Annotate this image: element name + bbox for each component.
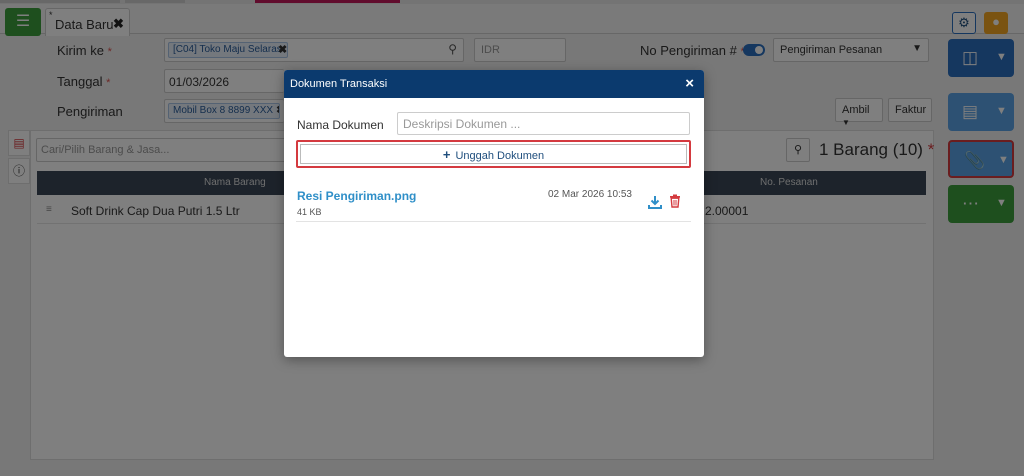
list-item: Resi Pengiriman.png 41 KB 02 Mar 2026 10… <box>296 184 691 222</box>
download-icon[interactable] <box>648 195 662 209</box>
trash-icon[interactable] <box>669 194 681 208</box>
modal-header: Dokumen Transaksi × <box>284 70 704 98</box>
modal-title: Dokumen Transaksi <box>290 78 388 90</box>
upload-label: Unggah Dokumen <box>455 150 545 162</box>
deskripsi-dokumen-input[interactable] <box>397 112 690 135</box>
plus-icon: + <box>442 147 451 162</box>
unggah-dokumen-button[interactable]: + Unggah Dokumen <box>296 140 691 168</box>
file-date: 02 Mar 2026 10:53 <box>548 189 632 200</box>
file-size: 41 KB <box>297 207 322 217</box>
nama-dokumen-label: Nama Dokumen <box>297 118 384 132</box>
close-icon[interactable]: × <box>685 75 694 92</box>
dokumen-transaksi-modal: Dokumen Transaksi × Nama Dokumen + Unggah… <box>284 70 704 357</box>
file-name-link[interactable]: Resi Pengiriman.png <box>297 189 416 203</box>
